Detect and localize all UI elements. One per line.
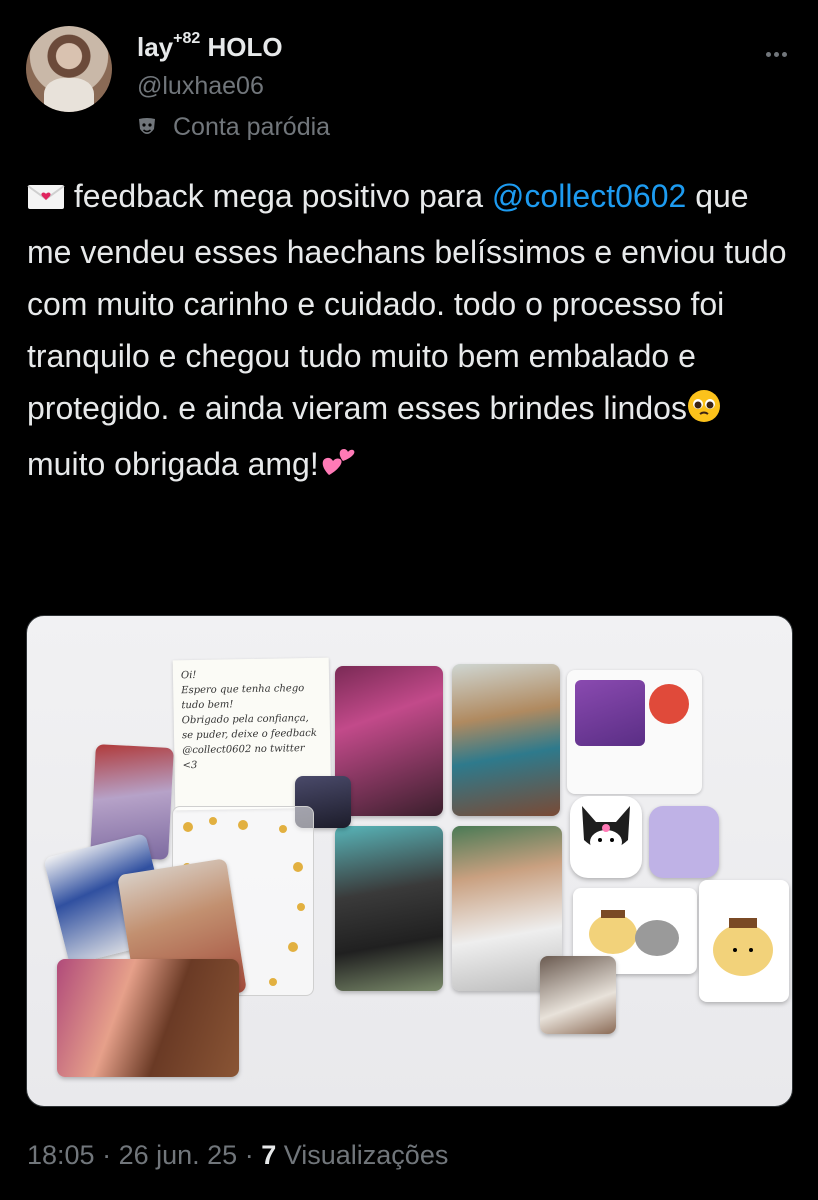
display-name-superscript: +82 [173,30,201,48]
mention-link[interactable]: @collect0602 [492,178,686,214]
pompompurin-sticker [699,880,789,1002]
display-name-text: lay [137,32,174,62]
photocard [335,666,443,816]
tweet-time: 18:05 [27,1140,95,1170]
display-name[interactable]: lay+82 HOLO [137,30,283,63]
parody-label: Conta paródia [173,113,331,141]
parody-badge: Conta paródia [137,113,330,142]
avatar[interactable] [26,26,112,112]
photocard [540,956,616,1034]
note-line: Espero que tenha chego [181,683,305,697]
tweet-text-part-2: que me vendeu esses haechans belíssimos … [27,178,787,426]
tweet-media-image[interactable]: Oi! Espero que tenha chego tudo bem! Obr… [26,615,793,1107]
photocard [452,664,560,816]
photocard [335,826,443,991]
sticker-sheet [567,670,702,794]
note-line: @collect0602 no twitter [182,743,305,757]
tweet-text-part-3: muito obrigada amg! [27,446,319,482]
note-line: <3 [182,759,198,772]
love-letter-icon [27,174,65,226]
kuromi-sticker [570,796,642,878]
tweet-text-part-1: feedback mega positivo para [65,178,492,214]
views-count: 7 [261,1140,277,1170]
tweet-text: feedback mega positivo para @collect0602… [27,170,797,494]
display-name-suffix: HOLO [200,32,283,62]
user-handle[interactable]: @luxhae06 [137,72,264,101]
two-hearts-icon [319,442,357,494]
tweet-date: 26 jun. 25 [118,1140,238,1170]
views-label: Visualizações [283,1140,449,1170]
tweet-timestamp[interactable]: 18:05 · 26 jun. 25 · 7 Visualizações [27,1140,448,1171]
pleading-face-icon [687,386,721,438]
more-options-icon[interactable] [766,44,790,57]
theater-mask-icon [139,117,155,134]
photocard [57,959,239,1077]
cat-sticker [649,806,719,878]
